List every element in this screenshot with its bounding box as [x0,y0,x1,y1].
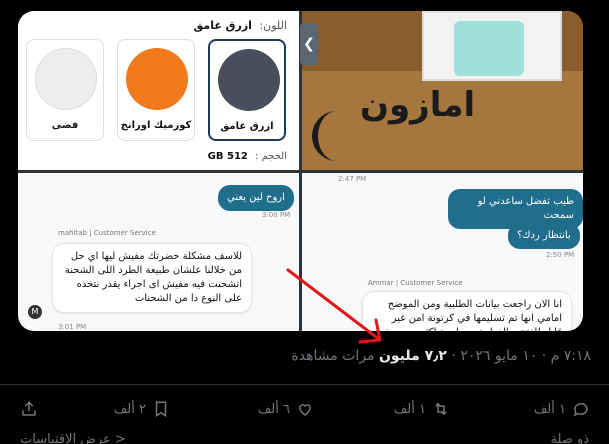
bookmark-icon [155,401,167,418]
agent-name: Ammar | Customer Service [368,279,463,287]
amazon-smile-icon [312,111,372,161]
agent-message: انا الان راجعت بيانات الطلبية ومن الموضح… [362,291,572,331]
amazon-logo-text: امازون [360,85,476,125]
swatch-orange-circle [126,48,188,110]
agent-message: للاسف مشكلة حضرتك مفيش ليها اي حل من خلا… [52,243,252,313]
view-quotes-link[interactable]: عرض الاقتباسات > [20,432,126,444]
agent-name: mahitab | Customer Service [58,229,156,237]
size-label: الحجم : [255,151,287,162]
like-button[interactable]: ٦ ألف [258,398,314,420]
swatch-silver: فضى [26,39,104,141]
user-message: اروح لين يعني [218,185,294,211]
media-box-photo[interactable]: امازون [302,11,583,170]
user-message-2: بانتظار ردك؟ [508,223,580,249]
retweet-count: ١ ألف [393,401,426,417]
swatch-orange-label: كوزميك اورانج [120,120,192,131]
share-button[interactable] [20,398,38,420]
reply-count: ١ ألف [533,401,566,417]
color-label: اللون: [259,19,287,32]
media-product-options[interactable]: اللون: ازرق غامق فضى كوزميك اورانج ازرق … [18,11,299,170]
media-chat-right[interactable]: 2:47 PM طيب تفضل ساعدني لو سمحت بانتظار … [302,173,583,331]
tweet-meta: ٧:١٨ م · ١٠ مايو ٢٠٢٦ · ٧٫٢ مليون مرات م… [291,348,591,364]
message-time: 3:00 PM [262,211,291,219]
bookmark-count: ٢ ألف [113,401,146,417]
agent-avatar: M [28,305,42,319]
color-value: ازرق غامق [193,19,252,32]
message-time-top: 2:47 PM [338,175,367,183]
tweet-timestamp[interactable]: ٧:١٨ م · ١٠ مايو ٢٠٢٦ · [451,348,591,364]
phone-image [454,21,524,76]
swatch-dark-blue-circle [218,49,280,111]
swatch-orange: كوزميك اورانج [117,39,195,141]
heart-icon [298,404,312,416]
bookmark-button[interactable]: ٢ ألف [114,398,170,420]
size-value: 512 GB [207,151,248,162]
tweet-actions: ١ ألف ١ ألف ٦ ألف ٢ ألف [20,398,590,420]
phone-box [422,11,562,81]
tweet-media-grid: اللون: ازرق غامق فضى كوزميك اورانج ازرق … [18,11,583,331]
like-count: ٦ ألف [257,401,290,417]
color-header: اللون: ازرق غامق [193,19,287,32]
reply-icon [573,402,588,417]
swatch-dark-blue-label: ازرق غامق [220,121,274,132]
message-time-bottom: 3:01 PM [58,323,87,331]
retweet-icon [435,402,447,416]
message-time-mid: 2:50 PM [546,251,575,259]
retweet-button[interactable]: ١ ألف [394,398,450,420]
swatch-silver-label: فضى [51,120,79,131]
swatch-silver-circle [35,48,97,110]
swatch-dark-blue: ازرق غامق [208,39,286,141]
share-icon [22,401,36,416]
views-label: مرات مشاهدة [291,348,375,364]
reply-button[interactable]: ١ ألف [534,398,590,420]
related-link[interactable]: ذو صلة [550,432,589,444]
divider [0,384,609,385]
media-chat-left[interactable]: اروح لين يعني 3:00 PM mahitab | Customer… [18,173,299,331]
size-row: الحجم : 512 GB [208,151,287,162]
chevron-left-icon[interactable]: ❮ [300,23,318,65]
views-count: ٧٫٢ مليون [378,348,447,364]
